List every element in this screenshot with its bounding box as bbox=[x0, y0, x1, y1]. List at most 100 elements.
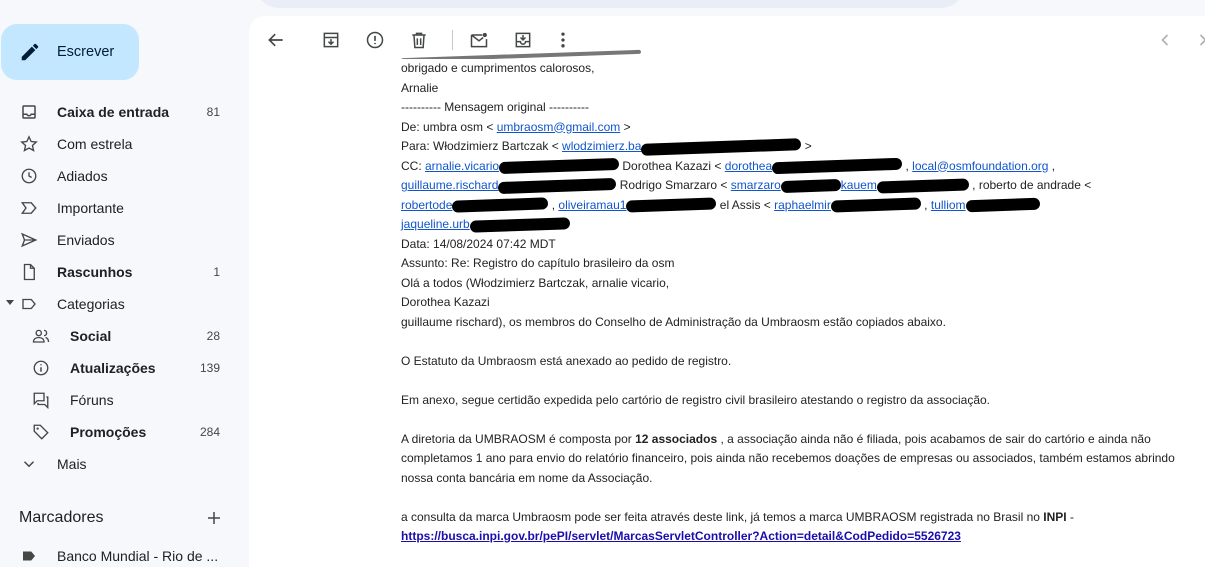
cc-email-link[interactable]: dorothea bbox=[725, 159, 772, 173]
nav-inbox[interactable]: Caixa de entrada 81 bbox=[0, 96, 240, 128]
email-paragraph: A diretoria da UMBRAOSM é composta por 1… bbox=[401, 430, 1191, 489]
redaction bbox=[469, 217, 570, 233]
people-icon bbox=[32, 329, 50, 343]
redaction bbox=[641, 138, 802, 156]
back-arrow-icon[interactable] bbox=[266, 30, 286, 50]
cc-email-link[interactable]: tulliom bbox=[931, 198, 966, 212]
cc-line: robertode , oliveiramau1 el Assis < raph… bbox=[401, 196, 1201, 216]
labels-heading: Marcadores bbox=[19, 509, 104, 526]
redaction bbox=[626, 197, 717, 213]
nav-label: Promoções bbox=[70, 424, 147, 440]
nav-forums[interactable]: Fóruns bbox=[0, 384, 240, 416]
nav-label: Rascunhos bbox=[57, 264, 133, 280]
redaction bbox=[780, 178, 841, 193]
email-line: ---------- Mensagem original ---------- bbox=[401, 100, 589, 114]
email-body: obrigado e cumprimentos calorosos, Arnal… bbox=[401, 49, 1201, 547]
redaction bbox=[498, 158, 620, 175]
label-filled-icon bbox=[23, 551, 35, 561]
tag-icon bbox=[33, 424, 49, 440]
chevron-down-icon bbox=[23, 461, 35, 468]
cut-off-line bbox=[401, 46, 1201, 59]
from-suffix: > bbox=[620, 119, 631, 134]
redaction bbox=[771, 158, 903, 175]
from-email-link[interactable]: umbraosm@gmail.com bbox=[497, 120, 621, 134]
email-paragraph: a consulta da marca Umbraosm pode ser fe… bbox=[401, 508, 1191, 547]
para-bold: 12 associados bbox=[635, 431, 718, 446]
redaction bbox=[965, 198, 1040, 213]
email-line: Olá a todos (Włodzimierz Bartczak, arnal… bbox=[401, 275, 670, 290]
nav-drafts[interactable]: Rascunhos 1 bbox=[0, 256, 240, 288]
cc-line: guillaume.rischard Rodrigo Smarzaro < sm… bbox=[401, 176, 1201, 196]
inbox-icon bbox=[22, 105, 36, 119]
add-label-icon[interactable] bbox=[205, 509, 223, 527]
archive-icon[interactable] bbox=[321, 30, 341, 50]
nav-snoozed[interactable]: Adiados bbox=[0, 160, 240, 192]
nav-count: 28 bbox=[206, 329, 220, 343]
email-line: Em anexo, segue certidão expedida pelo c… bbox=[401, 392, 990, 407]
cc-email-link[interactable]: robertode bbox=[401, 198, 452, 212]
nav-label: Social bbox=[70, 328, 112, 344]
info-icon bbox=[33, 360, 49, 376]
email-panel: obrigado e cumprimentos calorosos, Arnal… bbox=[249, 16, 1205, 567]
nav-label: Adiados bbox=[57, 168, 108, 184]
email-line: guillaume rischard), os membros do Conse… bbox=[401, 314, 946, 329]
cc-email-link[interactable]: kauem bbox=[841, 178, 877, 192]
nav-important[interactable]: Importante bbox=[0, 192, 240, 224]
pencil-icon bbox=[21, 43, 39, 61]
to-line: Para: Włodzimierz Bartczak < wlodzimierz… bbox=[401, 137, 1201, 157]
para-text: a consulta da marca Umbraosm pode ser fe… bbox=[401, 509, 1044, 524]
nav-categories[interactable]: Categorias bbox=[0, 288, 240, 320]
report-spam-icon[interactable] bbox=[365, 30, 385, 50]
clock-icon bbox=[21, 168, 37, 184]
cc-email-link[interactable]: jaqueline.urb bbox=[401, 217, 470, 231]
star-icon bbox=[20, 135, 38, 152]
label-icon bbox=[22, 298, 36, 310]
cc-text: el Assis < bbox=[716, 197, 775, 212]
nav-label: Caixa de entrada bbox=[57, 104, 170, 120]
subject-line: Assunto: Re: Registro do capítulo brasil… bbox=[401, 256, 675, 270]
caret-down-icon[interactable] bbox=[6, 300, 14, 305]
nav-count: 284 bbox=[199, 425, 220, 439]
para-text: A diretoria da UMBRAOSM é composta por bbox=[401, 431, 636, 446]
nav-count: 139 bbox=[199, 361, 220, 375]
compose-button[interactable]: Escrever bbox=[1, 24, 139, 80]
redaction bbox=[498, 177, 617, 194]
nav-sent[interactable]: Enviados bbox=[0, 224, 240, 256]
to-suffix: > bbox=[801, 139, 812, 153]
cc-line: jaqueline.urb bbox=[401, 215, 1201, 235]
para-bold: INPI bbox=[1043, 509, 1067, 524]
nav-label: Importante bbox=[57, 200, 124, 216]
nav-count: 1 bbox=[213, 265, 220, 279]
cc-email-link[interactable]: arnalie.vicario bbox=[425, 159, 499, 173]
from-line: De: umbra osm < umbraosm@gmail.com > bbox=[401, 118, 1201, 138]
cc-email-link[interactable]: local@osmfoundation.org bbox=[912, 159, 1048, 173]
cc-email-link[interactable]: raphaelmir bbox=[774, 198, 831, 212]
email-line: Arnalie bbox=[401, 80, 439, 95]
nav-updates[interactable]: Atualizações 139 bbox=[0, 352, 240, 384]
redaction bbox=[830, 197, 922, 213]
cc-line: CC: arnalie.vicario Dorothea Kazazi < do… bbox=[401, 157, 1201, 177]
search-bar[interactable] bbox=[255, 0, 965, 8]
cc-email-link[interactable]: smarzaro bbox=[731, 178, 781, 192]
to-email-link[interactable]: wlodzimierz.ba bbox=[562, 139, 641, 153]
compose-label: Escrever bbox=[57, 44, 115, 60]
cc-email-link[interactable]: guillaume.rischard bbox=[401, 178, 498, 192]
nav-count: 81 bbox=[206, 105, 220, 119]
nav-label: Mais bbox=[57, 456, 87, 472]
nav-label: Categorias bbox=[57, 296, 125, 312]
nav-social[interactable]: Social 28 bbox=[0, 320, 240, 352]
nav-promotions[interactable]: Promoções 284 bbox=[0, 416, 240, 448]
from-prefix: De: umbra osm < bbox=[401, 119, 497, 134]
cc-text: , roberto de andrade < bbox=[968, 178, 1092, 192]
nav-starred[interactable]: Com estrela bbox=[0, 128, 240, 160]
label-item[interactable]: Banco Mundial - Rio de ... bbox=[0, 540, 240, 567]
redaction bbox=[876, 178, 970, 194]
cc-text: , bbox=[1048, 158, 1056, 173]
nav-more[interactable]: Mais bbox=[0, 448, 240, 480]
email-line: O Estatuto da Umbraosm está anexado ao p… bbox=[401, 353, 732, 368]
forum-icon bbox=[33, 392, 49, 409]
nav-label: Enviados bbox=[57, 232, 115, 248]
cc-email-link[interactable]: oliveiramau1 bbox=[558, 198, 626, 212]
inpi-link[interactable]: https://busca.inpi.gov.br/pePI/servlet/M… bbox=[401, 529, 961, 543]
email-line: Dorothea Kazazi bbox=[401, 295, 490, 309]
